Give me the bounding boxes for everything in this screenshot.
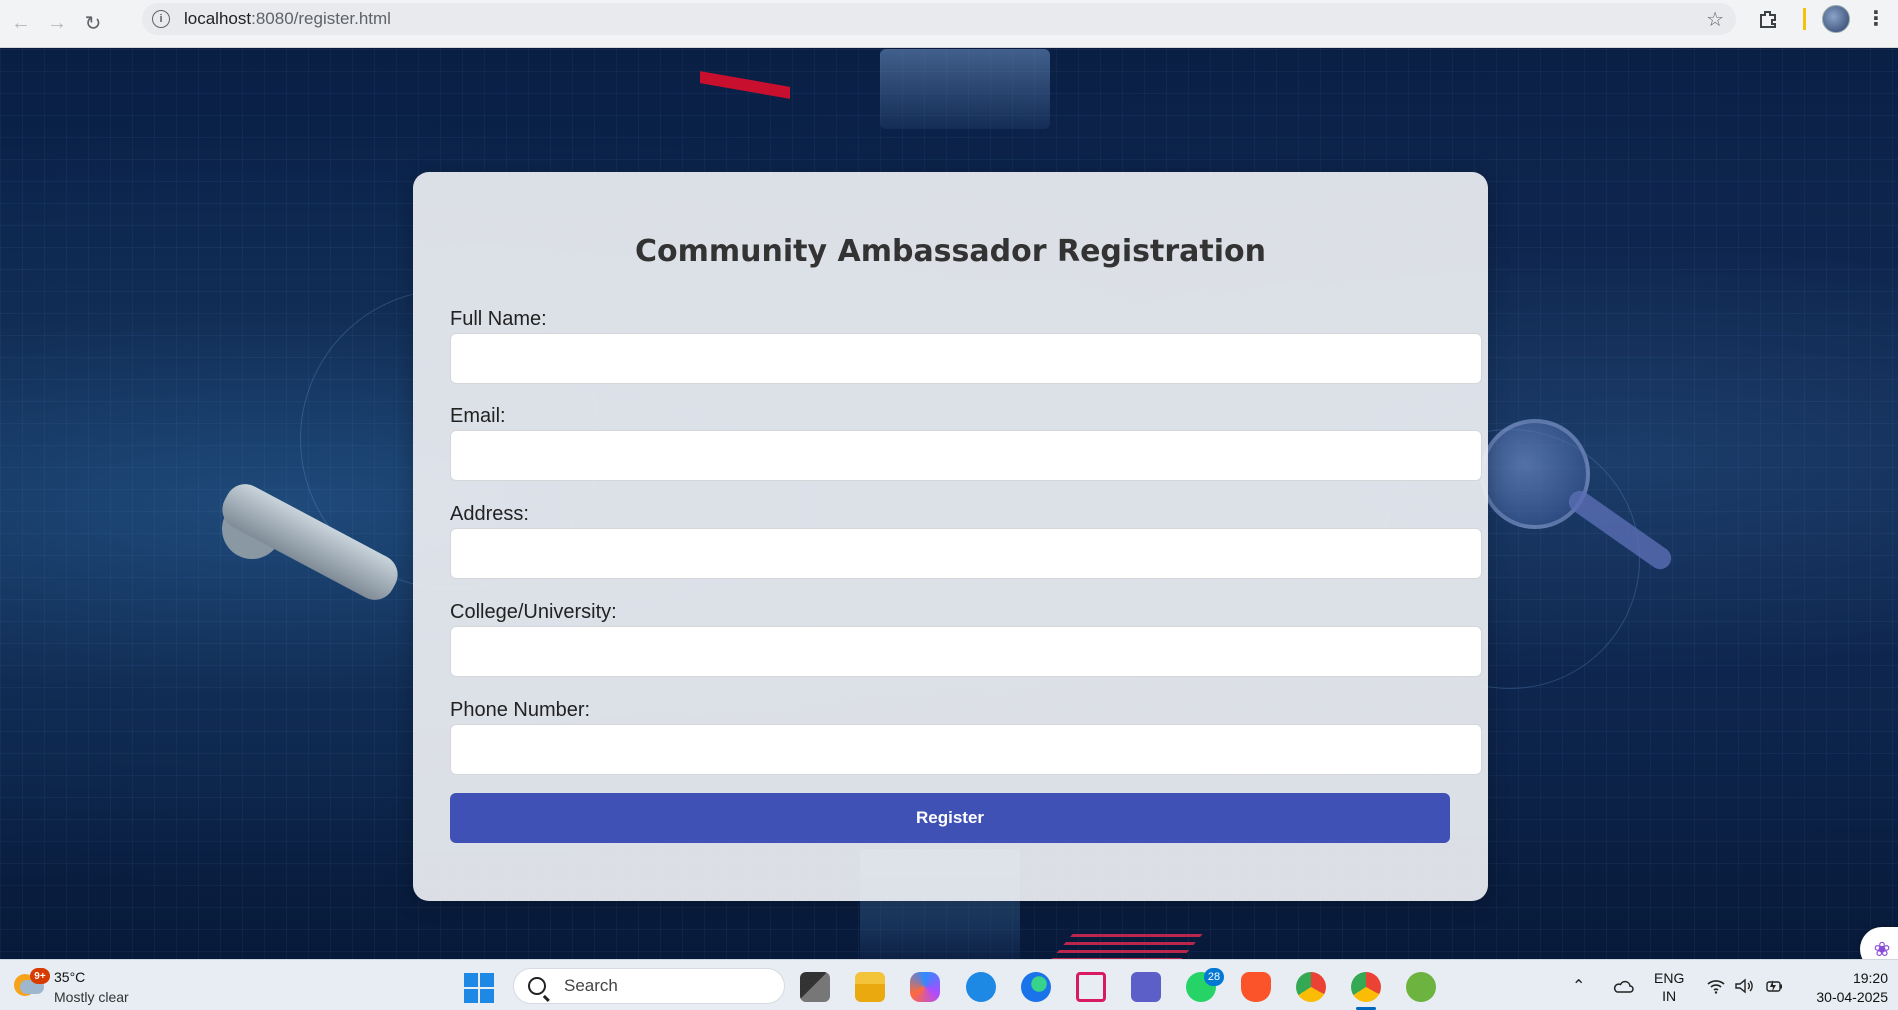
page-background: Community Ambassador Registration Full N… bbox=[0, 49, 1898, 959]
registration-card: Community Ambassador Registration Full N… bbox=[413, 172, 1488, 901]
whatsapp-badge: 28 bbox=[1204, 968, 1224, 986]
forward-arrow-icon[interactable]: → bbox=[42, 9, 72, 39]
weather-temperature[interactable]: 35°C bbox=[54, 969, 85, 985]
wifi-icon[interactable] bbox=[1706, 960, 1726, 1010]
email-label: Email: bbox=[450, 405, 506, 427]
volume-icon[interactable] bbox=[1734, 960, 1754, 1010]
back-arrow-icon[interactable]: ← bbox=[6, 9, 36, 39]
chevron-up-icon[interactable]: ⌃ bbox=[1572, 960, 1585, 1010]
address-bar[interactable]: i localhost:8080/register.html ☆ bbox=[142, 3, 1736, 35]
clock-date: 30-04-2025 bbox=[1816, 989, 1888, 1005]
background-server-decoration bbox=[880, 49, 1050, 129]
language-line1: ENG bbox=[1654, 970, 1685, 986]
help-icon[interactable] bbox=[966, 972, 996, 1002]
url-path: :8080/register.html bbox=[251, 9, 391, 28]
search-placeholder: Search bbox=[564, 976, 618, 995]
battery-icon[interactable] bbox=[1764, 960, 1784, 1010]
taskbar: 9+ 35°C Mostly clear Search 28 ⌃ ENG IN … bbox=[0, 959, 1898, 1010]
url-host: localhost bbox=[184, 9, 252, 28]
teams-icon[interactable] bbox=[1131, 972, 1161, 1002]
address-input[interactable] bbox=[450, 528, 1482, 579]
bookmark-star-icon[interactable]: ☆ bbox=[1706, 7, 1724, 32]
language-line2: IN bbox=[1662, 988, 1677, 1004]
site-info-icon[interactable]: i bbox=[152, 10, 170, 28]
weather-icon[interactable]: 9+ bbox=[14, 968, 50, 998]
clock-time: 19:20 bbox=[1852, 970, 1888, 986]
windows-start-icon[interactable] bbox=[464, 973, 494, 1003]
whatsapp-icon[interactable]: 28 bbox=[1186, 968, 1224, 1002]
magnifier-icon bbox=[1480, 419, 1590, 529]
weather-badge: 9+ bbox=[30, 968, 50, 984]
search-icon bbox=[528, 977, 546, 995]
browser-toolbar: ← → ↻ i localhost:8080/register.html ☆ ⋮ bbox=[0, 0, 1898, 48]
file-explorer-icon[interactable] bbox=[855, 972, 885, 1002]
extensions-icon[interactable] bbox=[1757, 8, 1779, 30]
chrome-icon[interactable] bbox=[1296, 972, 1326, 1002]
college-input[interactable] bbox=[450, 626, 1482, 677]
snipping-tool-icon[interactable] bbox=[1076, 972, 1106, 1002]
more-menu-icon[interactable]: ⋮ bbox=[1866, 4, 1886, 34]
onedrive-cloud-icon[interactable] bbox=[1612, 960, 1634, 1010]
college-label: College/University: bbox=[450, 601, 617, 623]
system-clock[interactable]: 19:20 30-04-2025 bbox=[1800, 969, 1888, 1007]
full-name-label: Full Name: bbox=[450, 308, 547, 330]
edge-browser-icon[interactable] bbox=[1021, 972, 1051, 1002]
copilot-icon[interactable] bbox=[910, 972, 940, 1002]
email-input[interactable] bbox=[450, 430, 1482, 481]
weather-description[interactable]: Mostly clear bbox=[54, 989, 129, 1005]
chrome-icon[interactable] bbox=[1351, 972, 1381, 1010]
form-title: Community Ambassador Registration bbox=[635, 234, 1266, 269]
register-button[interactable]: Register bbox=[450, 793, 1450, 843]
address-label: Address: bbox=[450, 503, 529, 525]
language-indicator[interactable]: ENG IN bbox=[1654, 969, 1684, 1005]
reload-icon[interactable]: ↻ bbox=[78, 9, 108, 39]
taskbar-search[interactable]: Search bbox=[513, 968, 785, 1004]
toolbar-divider bbox=[1803, 8, 1806, 30]
profile-avatar[interactable] bbox=[1822, 5, 1850, 33]
phone-label: Phone Number: bbox=[450, 699, 591, 721]
spring-tool-icon[interactable] bbox=[1406, 972, 1436, 1002]
task-view-icon[interactable] bbox=[800, 972, 830, 1002]
url-text[interactable]: localhost:8080/register.html bbox=[184, 9, 391, 29]
full-name-input[interactable] bbox=[450, 333, 1482, 384]
brave-browser-icon[interactable] bbox=[1241, 972, 1271, 1002]
phone-input[interactable] bbox=[450, 724, 1482, 775]
